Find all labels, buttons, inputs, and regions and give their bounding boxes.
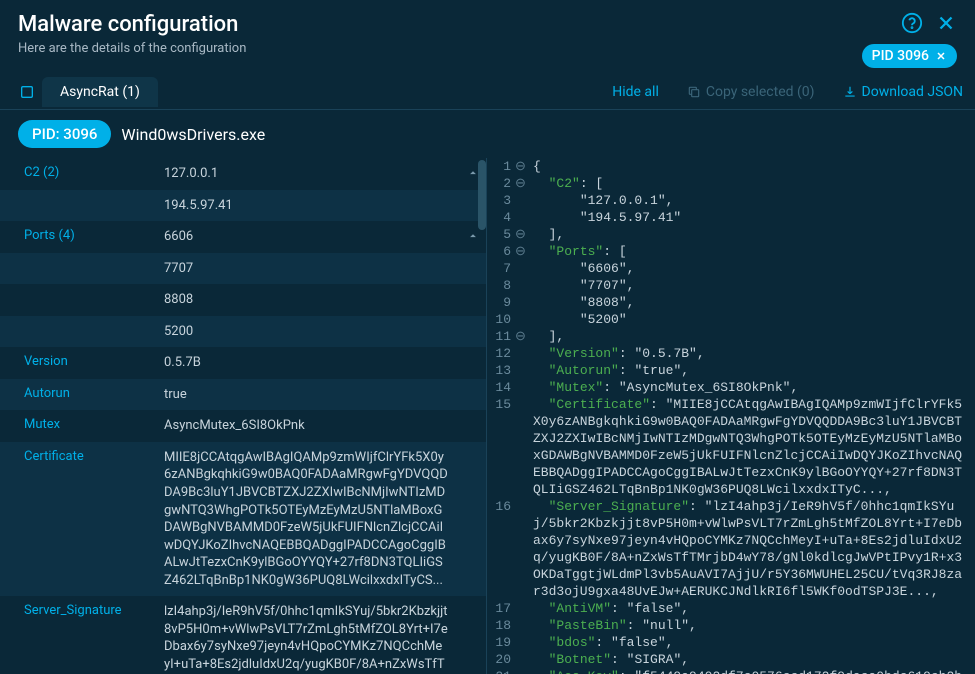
code-line: 1⊖{ bbox=[487, 158, 975, 175]
code-line: 18 "PasteBin": "null", bbox=[487, 617, 975, 634]
config-value: 0.5.7B bbox=[164, 354, 468, 372]
code-line: 2⊖ "C2": [ bbox=[487, 175, 975, 192]
config-row[interactable]: Autoruntrue bbox=[0, 379, 486, 411]
pid-badge[interactable]: PID 3096 bbox=[862, 44, 957, 68]
config-key: Version bbox=[24, 354, 164, 369]
config-key: Server_Signature bbox=[24, 603, 164, 618]
collapse-caret-icon[interactable] bbox=[466, 228, 480, 242]
json-viewer: 1⊖{2⊖ "C2": [3 "127.0.0.1",4 "194.5.97.4… bbox=[487, 158, 975, 674]
code-line: 14 "Mutex": "AsyncMutex_6SI8OkPnk", bbox=[487, 379, 975, 396]
config-row[interactable]: 5200 bbox=[0, 316, 486, 348]
tab-asyncrat[interactable]: AsyncRat (1) bbox=[42, 77, 158, 107]
config-value: lzI4ahp3j/IeR9hV5f/0hhc1qmIkSYuj/5bkr2Kb… bbox=[164, 603, 468, 674]
download-json-button[interactable]: Download JSON bbox=[843, 84, 963, 100]
code-line: 6⊖ "Ports": [ bbox=[487, 243, 975, 260]
config-value: 6606 bbox=[164, 228, 468, 246]
config-value: 194.5.97.41 bbox=[164, 197, 468, 215]
select-all-checkbox[interactable] bbox=[12, 84, 42, 100]
config-value: 7707 bbox=[164, 260, 468, 278]
config-key: Ports (4) bbox=[24, 228, 164, 243]
config-row[interactable]: 8808 bbox=[0, 284, 486, 316]
config-row[interactable]: Server_SignaturelzI4ahp3j/IeR9hV5f/0hhc1… bbox=[0, 596, 486, 674]
config-row[interactable]: Ports (4)6606 bbox=[0, 221, 486, 253]
code-line: 17 "AntiVM": "false", bbox=[487, 600, 975, 617]
code-line: 9 "8808", bbox=[487, 294, 975, 311]
code-line: 13 "Autorun": "true", bbox=[487, 362, 975, 379]
help-icon[interactable] bbox=[901, 12, 923, 34]
config-key: C2 (2) bbox=[24, 165, 164, 180]
code-line: 5⊖ ], bbox=[487, 226, 975, 243]
code-line: 12 "Version": "0.5.7B", bbox=[487, 345, 975, 362]
toolbar: AsyncRat (1) Hide all Copy selected (0) … bbox=[0, 74, 975, 110]
code-line: 7 "6606", bbox=[487, 260, 975, 277]
config-key: Mutex bbox=[24, 417, 164, 432]
config-value: 127.0.0.1 bbox=[164, 165, 468, 183]
page-title: Malware configuration bbox=[18, 12, 901, 37]
config-row[interactable]: C2 (2)127.0.0.1 bbox=[0, 158, 486, 190]
config-row[interactable]: 194.5.97.41 bbox=[0, 190, 486, 222]
code-line: 11⊖ ], bbox=[487, 328, 975, 345]
hide-all-button[interactable]: Hide all bbox=[612, 84, 659, 100]
config-value: 5200 bbox=[164, 323, 468, 341]
code-line: 8 "7707", bbox=[487, 277, 975, 294]
code-line: 16 "Server_Signature": "lzI4ahp3j/IeR9hV… bbox=[487, 498, 975, 600]
close-icon[interactable] bbox=[935, 12, 957, 34]
code-line: 15 "Certificate": "MIIE8jCCAtqgAwIBAgIQA… bbox=[487, 396, 975, 498]
code-line: 10 "5200" bbox=[487, 311, 975, 328]
config-value: AsyncMutex_6SI8OkPnk bbox=[164, 417, 468, 435]
copy-selected-button[interactable]: Copy selected (0) bbox=[687, 84, 815, 100]
code-line: 19 "bdos": "false", bbox=[487, 634, 975, 651]
config-value: MIIE8jCCAtqgAwIBAgIQAMp9zmWIjfClrYFk5X0y… bbox=[164, 449, 468, 589]
collapse-caret-icon[interactable] bbox=[466, 165, 480, 179]
process-bar: PID: 3096 Wind0wsDrivers.exe bbox=[0, 110, 975, 158]
config-key: Autorun bbox=[24, 386, 164, 401]
config-panel: C2 (2)127.0.0.1194.5.97.41Ports (4)66067… bbox=[0, 158, 487, 674]
page-subtitle: Here are the details of the configuratio… bbox=[18, 41, 901, 56]
config-value: 8808 bbox=[164, 291, 468, 309]
config-row[interactable]: Version0.5.7B bbox=[0, 347, 486, 379]
config-row[interactable]: CertificateMIIE8jCCAtqgAwIBAgIQAMp9zmWIj… bbox=[0, 442, 486, 596]
config-key: Certificate bbox=[24, 449, 164, 464]
config-row[interactable]: MutexAsyncMutex_6SI8OkPnk bbox=[0, 410, 486, 442]
code-line: 21 "Aes_Key": "f5449a9402df7c0576ccd172f… bbox=[487, 668, 975, 674]
config-value: true bbox=[164, 386, 468, 404]
process-pid-badge: PID: 3096 bbox=[18, 120, 111, 148]
code-line: 4 "194.5.97.41" bbox=[487, 209, 975, 226]
process-name: Wind0wsDrivers.exe bbox=[121, 125, 265, 144]
code-line: 3 "127.0.0.1", bbox=[487, 192, 975, 209]
config-row[interactable]: 7707 bbox=[0, 253, 486, 285]
